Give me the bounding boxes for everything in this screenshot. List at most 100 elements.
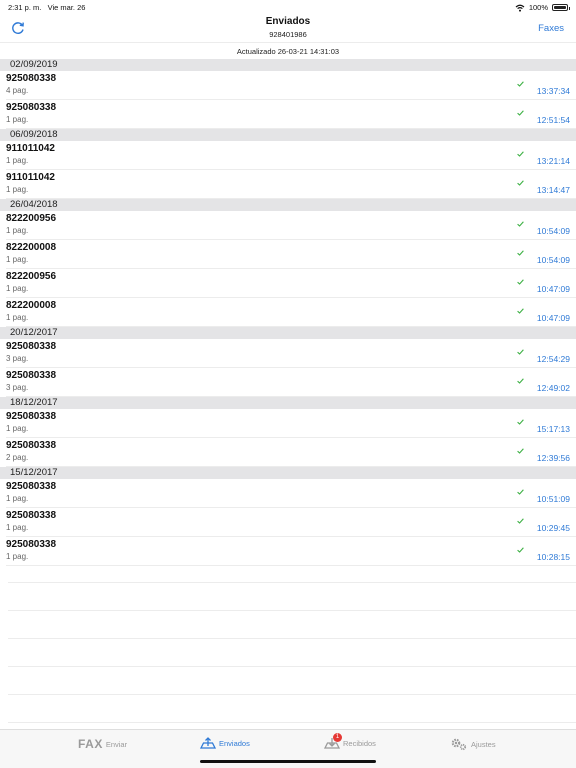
tab-enviados[interactable]: Enviados <box>200 737 250 749</box>
fax-list-item[interactable]: 925080338 1 pag. 15:17:13 <box>6 409 576 438</box>
fax-number: 925080338 <box>6 341 57 352</box>
fax-page-count: 1 pag. <box>6 284 29 293</box>
checkmark-icon <box>517 110 524 116</box>
fax-list-item[interactable]: 925080338 1 pag. 12:51:54 <box>6 100 576 129</box>
fax-number: 925080338 <box>6 73 57 84</box>
fax-list-item[interactable]: 925080338 1 pag. 10:28:15 <box>6 537 576 566</box>
fax-number: 925080338 <box>6 102 57 113</box>
checkmark-icon <box>517 518 524 524</box>
fax-time: 12:51:54 <box>536 115 570 125</box>
fax-number: 822200956 <box>6 271 57 282</box>
fax-time: 10:29:45 <box>536 523 570 533</box>
checkmark-icon <box>517 81 524 87</box>
fax-time: 13:14:47 <box>536 185 570 195</box>
fax-time: 10:54:09 <box>536 255 570 265</box>
page-subtitle: 928401986 <box>269 30 307 39</box>
fax-time: 10:47:09 <box>536 313 570 323</box>
checkmark-icon <box>517 378 524 384</box>
fax-time: 13:37:34 <box>536 86 570 96</box>
checkmark-icon <box>517 279 524 285</box>
fax-number: 822200008 <box>6 242 57 253</box>
status-time-date: 2:31 p. m. Vie mar. 26 <box>8 3 85 12</box>
sent-faxes-list: 02/09/2019 925080338 4 pag. 13:37:34 9250803… <box>0 59 576 566</box>
last-updated-text: Actualizado 26-03-21 14:31:03 <box>0 42 576 60</box>
fax-page-count: 3 pag. <box>6 354 29 363</box>
faxes-button[interactable]: Faxes <box>538 23 564 34</box>
fax-time: 12:49:02 <box>536 383 570 393</box>
fax-list-item[interactable]: 925080338 4 pag. 13:37:34 <box>6 71 576 100</box>
tab-label-ajustes: Ajustes <box>471 739 496 749</box>
section-date-header: 06/09/2018 <box>0 129 576 141</box>
checkmark-icon <box>517 349 524 355</box>
tab-label-enviar: Enviar <box>105 739 128 749</box>
fax-time: 13:21:14 <box>536 156 570 166</box>
fax-number: 911011042 <box>6 143 55 154</box>
fax-list-item[interactable]: 822200956 1 pag. 10:54:09 <box>6 211 576 240</box>
tab-label-recibidos: Recibidos <box>343 738 376 748</box>
fax-time: 10:54:09 <box>536 226 570 236</box>
tab-bar: FAX Enviar Enviados 1 Recibidos Ajustes <box>0 729 576 768</box>
checkmark-icon <box>517 180 524 186</box>
fax-number: 925080338 <box>6 411 57 422</box>
fax-page-count: 1 pag. <box>6 185 29 194</box>
fax-page-count: 1 pag. <box>6 156 29 165</box>
fax-number: 911011042 <box>6 172 55 183</box>
fax-number: 925080338 <box>6 440 57 451</box>
fax-page-count: 1 pag. <box>6 552 29 561</box>
fax-page-count: 3 pag. <box>6 383 29 392</box>
fax-list-item[interactable]: 822200008 1 pag. 10:54:09 <box>6 240 576 269</box>
fax-page-count: 1 pag. <box>6 255 29 264</box>
status-bar: 2:31 p. m. Vie mar. 26 100% <box>0 0 576 14</box>
fax-page-count: 1 pag. <box>6 313 29 322</box>
checkmark-icon <box>517 448 524 454</box>
fax-number: 925080338 <box>6 510 57 521</box>
fax-list-item[interactable]: 925080338 3 pag. 12:54:29 <box>6 339 576 368</box>
fax-page-count: 1 pag. <box>6 494 29 503</box>
fax-page-count: 4 pag. <box>6 86 29 95</box>
fax-number: 822200008 <box>6 300 57 311</box>
fax-number: 925080338 <box>6 370 57 381</box>
fax-number: 822200956 <box>6 213 57 224</box>
unread-badge: 1 <box>333 733 342 742</box>
fax-page-count: 1 pag. <box>6 523 29 532</box>
checkmark-icon <box>517 308 524 314</box>
empty-row-separator <box>8 722 576 723</box>
fax-time: 10:47:09 <box>536 284 570 294</box>
fax-time: 12:54:29 <box>536 354 570 364</box>
fax-list-item[interactable]: 925080338 1 pag. 10:51:09 <box>6 479 576 508</box>
fax-time: 15:17:13 <box>536 424 570 434</box>
fax-list-item[interactable]: 822200956 1 pag. 10:47:09 <box>6 269 576 298</box>
empty-row-separator <box>8 610 576 611</box>
sent-tray-icon <box>200 737 216 749</box>
fax-page-count: 1 pag. <box>6 424 29 433</box>
battery-icon <box>552 4 570 11</box>
tab-ajustes[interactable]: Ajustes <box>450 737 496 751</box>
gear-icon <box>451 738 467 751</box>
status-time: 2:31 p. m. <box>8 3 42 12</box>
fax-list-item[interactable]: 911011042 1 pag. 13:21:14 <box>6 141 576 170</box>
checkmark-icon <box>517 221 524 227</box>
checkmark-icon <box>517 419 524 425</box>
fax-list-item[interactable]: 911011042 1 pag. 13:14:47 <box>6 170 576 199</box>
fax-number: 925080338 <box>6 481 57 492</box>
tab-recibidos[interactable]: 1 Recibidos <box>323 733 376 749</box>
fax-number: 925080338 <box>6 539 57 550</box>
fax-list-item[interactable]: 925080338 2 pag. 12:39:56 <box>6 438 576 467</box>
empty-row-separator <box>8 666 576 667</box>
status-right: 100% <box>515 3 570 12</box>
fax-list-item[interactable]: 925080338 1 pag. 10:29:45 <box>6 508 576 537</box>
fax-time: 12:39:56 <box>536 453 570 463</box>
empty-row-separator <box>8 694 576 695</box>
fax-list-item[interactable]: 822200008 1 pag. 10:47:09 <box>6 298 576 327</box>
fax-logo-icon: FAX <box>78 737 103 751</box>
fax-list-item[interactable]: 925080338 3 pag. 12:49:02 <box>6 368 576 397</box>
fax-time: 10:28:15 <box>536 552 570 562</box>
checkmark-icon <box>517 151 524 157</box>
section-date-header: 15/12/2017 <box>0 467 576 479</box>
section-date-header: 02/09/2019 <box>0 59 576 71</box>
section-date-header: 26/04/2018 <box>0 199 576 211</box>
tab-enviar[interactable]: FAX Enviar <box>78 737 127 751</box>
inbox-tray-icon-wrap: 1 <box>323 733 342 749</box>
fax-time: 10:51:09 <box>536 494 570 504</box>
checkmark-icon <box>517 250 524 256</box>
